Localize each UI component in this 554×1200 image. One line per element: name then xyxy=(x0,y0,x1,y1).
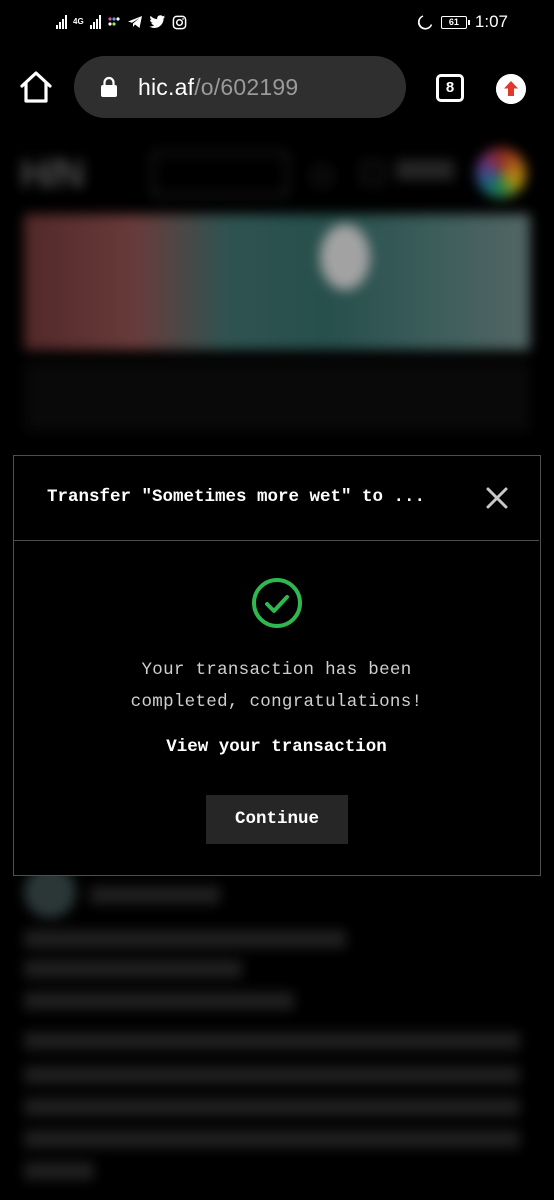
tab-count: 8 xyxy=(445,79,455,96)
background-panel xyxy=(24,362,530,432)
background-text-line xyxy=(24,1066,520,1084)
telegram-icon xyxy=(127,16,142,28)
network-type-label: 4G xyxy=(73,17,84,26)
twitter-icon xyxy=(149,15,165,28)
background-text-line xyxy=(24,930,346,948)
background-text-line xyxy=(90,886,220,904)
status-bar-right: 61 1:07 xyxy=(417,10,508,34)
artwork-preview xyxy=(24,214,530,350)
site-logo: H/N xyxy=(20,152,85,196)
background-text-line xyxy=(24,992,294,1010)
background-balance xyxy=(396,160,454,180)
background-icon xyxy=(312,166,332,186)
battery-level: 61 xyxy=(448,16,459,27)
success-check-icon xyxy=(252,578,302,628)
signal-icon xyxy=(89,15,101,29)
success-message: Your transaction has been completed, con… xyxy=(14,654,539,718)
background-search-box xyxy=(152,152,288,196)
address-bar[interactable]: hic.af/o/602199 xyxy=(74,56,406,118)
view-transaction-link[interactable]: View your transaction xyxy=(14,735,539,759)
background-text-line xyxy=(24,960,242,978)
instagram-icon xyxy=(172,15,187,29)
home-icon[interactable] xyxy=(18,69,54,105)
app-notification-icon xyxy=(108,17,120,26)
clock: 1:07 xyxy=(474,12,508,31)
close-icon[interactable] xyxy=(484,485,510,511)
dialog-title: Transfer "Sometimes more wet" to ... xyxy=(47,487,426,507)
lock-icon xyxy=(101,76,117,97)
signal-icon xyxy=(56,15,67,29)
url-path: /o/602199 xyxy=(194,73,299,100)
browser-toolbar: hic.af/o/602199 8 xyxy=(0,50,554,126)
url-host: hic.af xyxy=(138,73,195,100)
background-text-line xyxy=(24,1162,94,1180)
moon-icon xyxy=(417,15,433,30)
success-message-line: Your transaction has been xyxy=(141,660,412,680)
url-text: hic.af/o/602199 xyxy=(138,74,298,101)
continue-button[interactable]: Continue xyxy=(206,795,348,844)
transfer-dialog: Transfer "Sometimes more wet" to ... You… xyxy=(13,455,541,876)
upload-icon[interactable] xyxy=(496,74,526,104)
user-avatar xyxy=(476,148,526,198)
tab-switcher-button[interactable]: 8 xyxy=(436,74,464,102)
background-text-line xyxy=(24,1130,520,1148)
background-text-line xyxy=(24,1032,520,1050)
status-bar: 4G 61 1:07 xyxy=(0,0,554,44)
battery-icon: 61 xyxy=(440,15,470,29)
status-bar-left: 4G xyxy=(56,12,187,32)
background-text-line xyxy=(24,1098,520,1116)
success-message-line: completed, congratulations! xyxy=(130,692,423,712)
artwork-figure xyxy=(320,224,370,290)
background-icon xyxy=(362,162,384,184)
dialog-header: Transfer "Sometimes more wet" to ... xyxy=(14,456,539,541)
